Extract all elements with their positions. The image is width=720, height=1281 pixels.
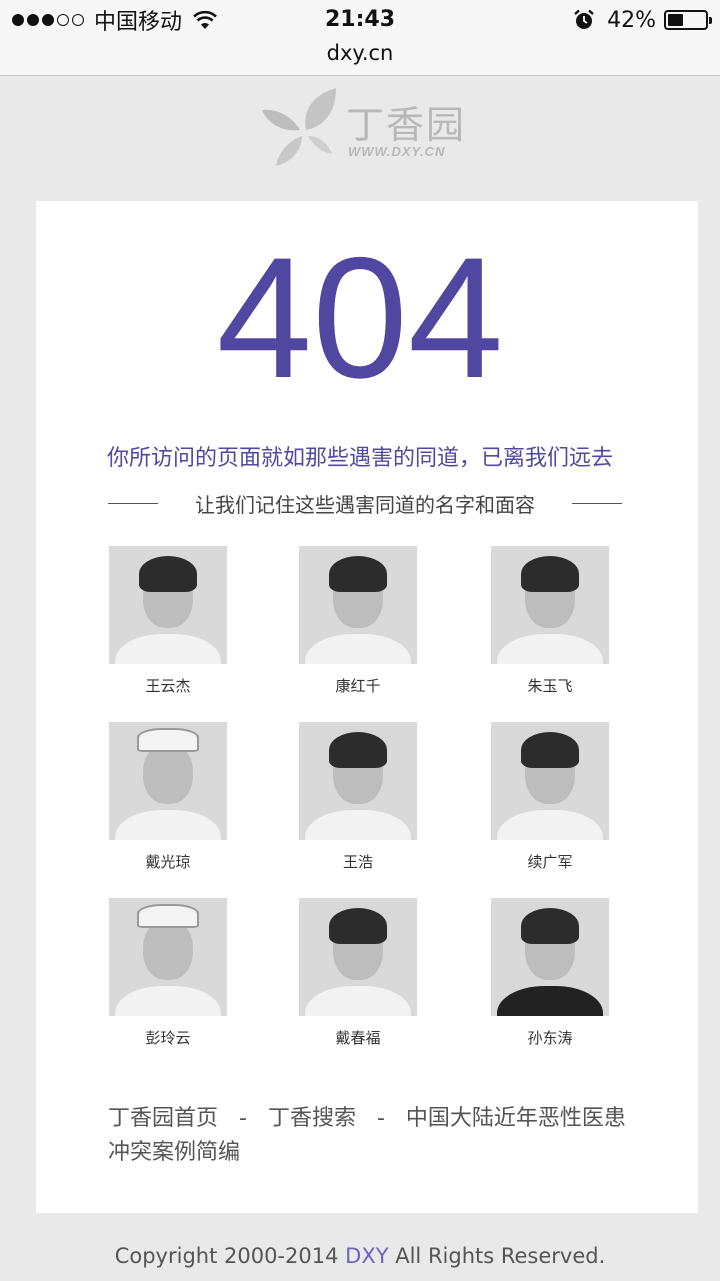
person-name: 戴光琼 <box>145 853 191 871</box>
copyright-suffix: All Rights Reserved. <box>395 1244 606 1268</box>
person-card: 戴春福 <box>298 898 418 1048</box>
person-card: 孙东涛 <box>490 898 610 1048</box>
person-card: 王云杰 <box>108 546 228 696</box>
person-card: 王浩 <box>298 722 418 872</box>
url-domain[interactable]: dxy.cn <box>327 41 394 65</box>
status-right: 42% <box>573 6 712 34</box>
memorial-subline: 让我们记住这些遇害同道的名字和面容 <box>108 488 622 518</box>
subline-text: 让我们记住这些遇害同道的名字和面容 <box>195 492 535 517</box>
error-headline: 你所访问的页面就如那些遇害的同道，已离我们远去 <box>106 446 613 471</box>
portrait-photo <box>491 722 609 840</box>
copyright: Copyright 2000-2014 DXY All Rights Reser… <box>0 1244 720 1268</box>
link-separator: - <box>239 1106 247 1131</box>
person-card: 彭玲云 <box>108 898 228 1048</box>
link-separator: - <box>376 1106 385 1131</box>
person-card: 康红千 <box>298 546 418 696</box>
portrait-photo <box>109 722 227 840</box>
link-dxy-search[interactable]: 丁香搜索 <box>268 1106 356 1131</box>
battery-percent: 42% <box>607 7 656 33</box>
logo-text-en: WWW.DXY.CN <box>348 144 446 159</box>
footer-links: 丁香园首页 - 丁香搜索 - 中国大陆近年恶性医患冲突案例简编 <box>108 1102 628 1170</box>
address-bar[interactable]: dxy.cn <box>0 40 720 76</box>
divider-left <box>108 502 158 504</box>
person-name: 王浩 <box>342 853 373 871</box>
portrait-photo <box>491 898 609 1016</box>
portrait-photo <box>109 546 227 664</box>
alarm-clock-icon <box>574 9 594 29</box>
error-code: 404 <box>216 222 504 414</box>
portrait-photo <box>109 898 227 1016</box>
logo-text-cn: 丁香园 <box>346 103 467 147</box>
person-name: 孙东涛 <box>527 1029 573 1047</box>
battery-level <box>668 14 684 26</box>
portrait-photo <box>299 722 417 840</box>
link-dxy-home[interactable]: 丁香园首页 <box>108 1106 218 1131</box>
portrait-photo <box>491 546 609 664</box>
copyright-brand-link[interactable]: DXY <box>345 1244 388 1268</box>
person-name: 朱玉飞 <box>527 677 573 695</box>
status-bar: 中国移动 21:43 42% <box>0 0 720 40</box>
person-card: 续广军 <box>490 722 610 872</box>
portrait-photo <box>299 546 417 664</box>
person-name: 戴春福 <box>335 1029 381 1047</box>
battery-icon <box>664 10 712 30</box>
dxy-logo[interactable]: 丁香园 WWW.DXY.CN <box>262 86 482 168</box>
copyright-prefix: Copyright 2000-2014 <box>114 1244 339 1268</box>
person-name: 王云杰 <box>145 677 191 695</box>
person-card: 朱玉飞 <box>490 546 610 696</box>
divider-right <box>572 502 622 504</box>
clove-leaf-logo-icon <box>262 88 336 166</box>
portrait-photo <box>299 898 417 1016</box>
person-name: 彭玲云 <box>145 1029 191 1047</box>
person-name: 续广军 <box>527 853 573 871</box>
person-card: 戴光琼 <box>108 722 228 872</box>
person-name: 康红千 <box>335 677 381 695</box>
